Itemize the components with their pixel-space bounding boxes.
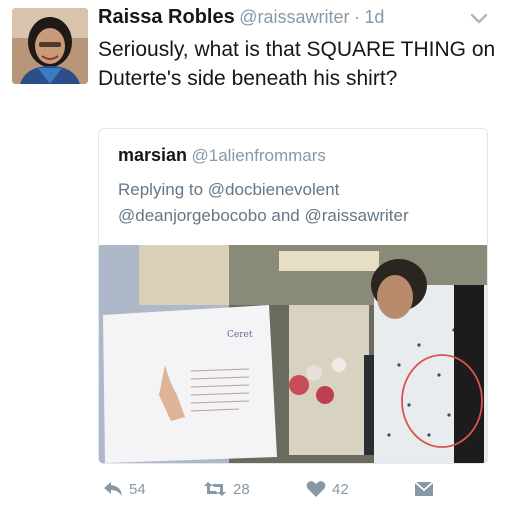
tweet-menu-button[interactable] [470,12,488,24]
reply-count: 54 [129,480,146,498]
replying-joiner: and [266,206,305,225]
reply-button[interactable]: 54 [103,477,146,501]
replying-prefix: Replying to [118,180,208,199]
quoted-photo[interactable]: Ceret [99,245,487,463]
user-avatar-photo [12,8,88,84]
quoted-tweet-card[interactable]: marsian @1alienfrommars Replying to @doc… [98,128,488,464]
replying-user-1[interactable]: @docbienevolent [208,180,340,199]
tweet-actions: 54 28 42 [98,477,498,501]
tweet: Raissa Robles @raissawriter · 1d Serious… [0,0,507,510]
separator-dot: · [353,7,360,27]
reply-icon [104,482,122,496]
display-name[interactable]: Raissa Robles [98,6,235,28]
card-logo-text: Ceret [227,330,253,340]
retweet-count: 28 [233,480,250,498]
direct-message-icon [414,481,434,496]
user-handle[interactable]: @raissawriter [239,7,349,27]
retweet-icon [204,482,226,496]
quoted-display-name[interactable]: marsian [118,145,187,165]
replying-to-line: Replying to @docbienevolent @deanjorgebo… [118,177,478,229]
like-button[interactable]: 42 [306,477,349,501]
like-count: 42 [332,480,349,498]
chevron-down-icon [470,13,488,24]
retweet-button[interactable]: 28 [203,477,250,501]
replying-user-2[interactable]: @deanjorgebocobo [118,206,267,225]
quoted-user-handle[interactable]: @1alienfrommars [192,146,326,165]
replying-user-3[interactable]: @raissawriter [304,206,408,225]
timestamp[interactable]: 1d [364,7,384,27]
heart-icon [306,481,326,497]
avatar[interactable] [12,8,88,84]
direct-message-button[interactable] [414,477,440,501]
photo-image: Ceret [99,245,487,463]
quoted-tweet-header: marsian @1alienfrommars [118,145,326,166]
tweet-header: Raissa Robles @raissawriter · 1d [98,6,498,32]
tweet-text: Seriously, what is that SQUARE THING on … [98,38,496,90]
